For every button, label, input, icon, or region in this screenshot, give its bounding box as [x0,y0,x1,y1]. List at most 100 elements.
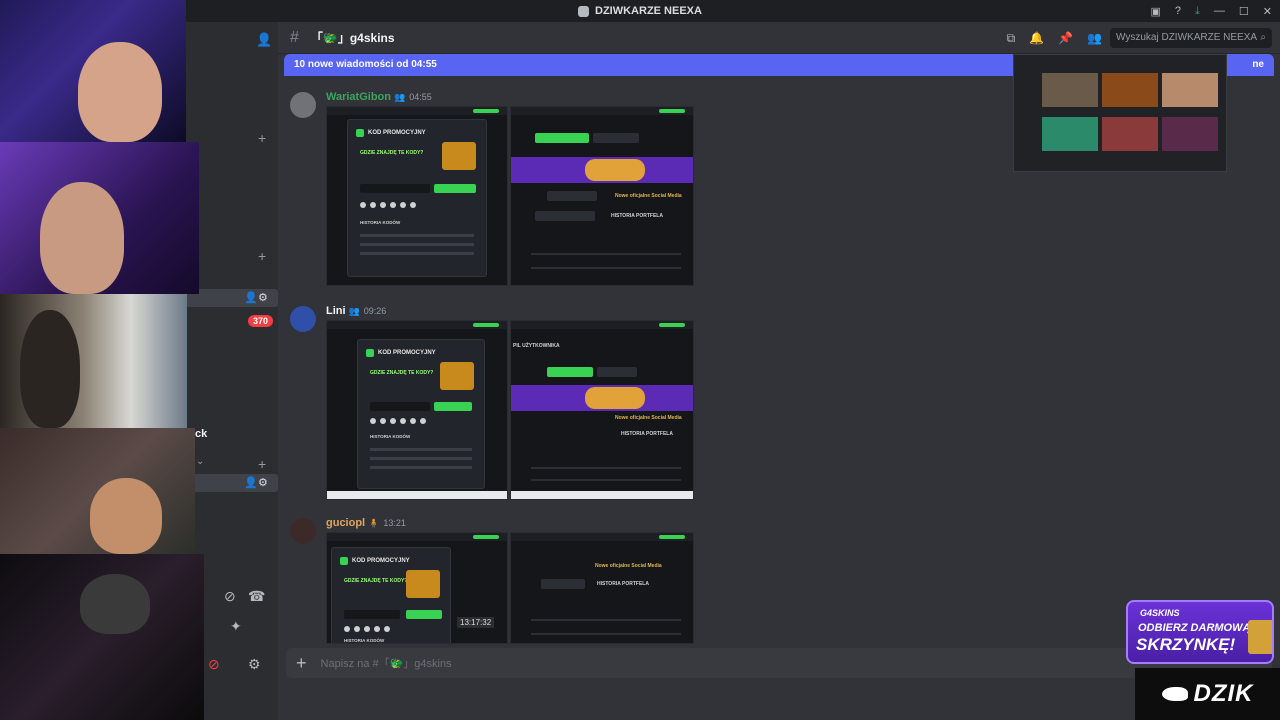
download-icon[interactable]: ⤓ [1195,5,1200,18]
attachment-image[interactable]: KOD PROMOCYJNY GDZIE ZNAJDĘ TE KODY? HIS… [326,320,508,500]
close-button[interactable]: ✕ [1263,5,1272,18]
webcam-feed [0,294,187,428]
status-pill [473,323,499,327]
threads-icon[interactable]: ⧉ [1007,31,1016,46]
pin-icon[interactable]: 📌 [1058,31,1073,45]
chest-icon [442,142,476,170]
server-icon [578,5,590,17]
maximize-button[interactable]: ☐ [1239,5,1249,18]
search-input[interactable]: Wyszukaj DZIWKARZE NEEXA ⌕ [1110,28,1272,48]
timestamp: 13:21 [383,518,406,528]
disconnect-icon[interactable]: ☎ [248,588,265,605]
avatar[interactable] [290,92,316,118]
preview-tile [1042,117,1098,151]
attachment-image[interactable]: KOD PROMOCYJNY GDZIE ZNAJDĘ TE KODY? HIS… [326,532,508,644]
person [40,182,124,294]
deafen-icon[interactable]: ⊘ [208,656,220,673]
mute-video-icon[interactable]: ⊘ [224,588,236,605]
search-placeholder: Wyszukaj DZIWKARZE NEEXA [1116,32,1258,43]
promo-history: HISTORIA KODÓW [344,638,385,643]
add-channel-plus-icon[interactable]: + [258,456,266,472]
attachment-image[interactable]: PIL UŻYTKOWNIKA Nowe oficjalne Social Me… [510,320,694,500]
minimize-button[interactable]: — [1214,5,1225,17]
attachment-image[interactable]: Nowe oficjalne Social Media HISTORIA POR… [510,106,694,286]
promo-line2: SKRZYNKĘ! [1136,635,1236,654]
attachment-image[interactable]: Nowe oficjalne Social Media HISTORIA POR… [510,532,694,644]
person [90,478,162,554]
mark-read-label: ne [1252,59,1264,70]
image-faces [584,387,645,409]
search-icon: ⌕ [1260,32,1266,43]
avatar[interactable] [290,518,316,544]
add-channel-plus-icon[interactable]: + [258,130,266,146]
message-composer[interactable]: + Napisz na #「🐲」g4skins [286,648,1272,678]
dzik-text: DZIK [1193,680,1254,707]
author-name[interactable]: WariatGibon [326,91,391,103]
help-icon[interactable]: ? [1175,5,1181,17]
new-messages-text: 10 nowe wiadomości od 04:55 [294,59,437,70]
chest-icon [1248,620,1272,654]
redeem-button [406,610,442,619]
attachment-image[interactable]: KOD PROMOCYJNY GDZIE ZNAJDĘ TE KODY? HIS… [326,106,508,286]
image-dark-button [541,579,585,589]
logo-icon [356,129,364,137]
image-faces [584,159,645,181]
promo-modal: KOD PROMOCYJNY GDZIE ZNAJDĘ TE KODY? HIS… [357,339,485,489]
message-header: Lini 👥 09:26 [326,305,386,317]
window-controls: ▣ ? ⤓ — ☐ ✕ [1151,0,1273,22]
preview-tile [1102,73,1158,107]
social-icons [344,626,390,632]
gear-icon[interactable]: ⚙ [258,291,268,304]
screen-icon[interactable]: ▣ [1151,5,1161,18]
members-icon[interactable]: 👥 [1087,31,1102,45]
image-dark-button [535,211,595,221]
stream-preview[interactable] [1013,54,1227,172]
window-title: DZIWKARZE NEEXA [578,5,702,17]
app-root: DZIWKARZE NEEXA ▣ ? ⤓ — ☐ ✕ 👤 + + 👤 ⚙ 37… [0,0,1280,720]
author-name[interactable]: guciopl [326,517,365,529]
user-settings-gear-icon[interactable]: ⚙ [248,656,261,673]
image-row [531,633,681,635]
plus-icon[interactable]: + [296,653,307,674]
promo-modal: KOD PROMOCYJNY GDZIE ZNAJDĘ TE KODY? HIS… [347,119,487,277]
author-name[interactable]: Lini [326,305,346,317]
add-member-icon[interactable]: 👤 [244,291,258,304]
webcam-feed [0,142,199,294]
gear-icon[interactable]: ⚙ [258,476,268,489]
message: Lini 👥 09:26 KOD PROMOCYJNY GDZIE ZNAJDĘ T… [278,302,1280,502]
promo-title: KOD PROMOCYJNY [378,350,436,356]
promo-title: KOD PROMOCYJNY [368,130,426,136]
timestamp: 09:26 [363,306,387,316]
add-member-icon[interactable]: 👤 [244,476,258,489]
browser-bar [511,107,693,115]
image-green-button [535,133,589,143]
avatar[interactable] [290,306,316,332]
status-pill [659,323,685,327]
header-toolbar: ⧉ 🔔 📌 👥 [1007,22,1102,54]
bell-icon[interactable]: 🔔 [1029,31,1044,45]
browser-bar [511,321,693,329]
promo-history: HISTORIA KODÓW [370,434,411,439]
boar-icon [1161,687,1188,701]
promo-question: GDZIE ZNAJDĘ TE KODY? [370,370,434,376]
image-banner [511,385,693,411]
mention-badge: 370 [248,315,274,327]
news-label: Nowe oficjalne Social Media [615,415,682,421]
add-member-icon[interactable]: 👤 [256,32,272,48]
role-icon: 👥 [348,306,360,316]
role-icon: 🧍 [368,518,380,528]
webcam-feed [0,554,204,720]
news-label: Nowe oficjalne Social Media [595,563,662,569]
chevron-down-icon[interactable]: ⌄ [196,456,204,467]
promo-line1: ODBIERZ DARMOWĄ [1138,622,1251,634]
webcam-feed [0,428,195,554]
person [80,574,150,634]
webcam-feed [0,0,186,142]
add-channel-plus-icon[interactable]: + [258,248,266,264]
image-row [531,267,681,269]
news-label: Nowe oficjalne Social Media [615,193,682,199]
timestamp: 04:55 [409,92,432,102]
soundboard-icon[interactable]: ✦ [230,618,242,635]
chest-icon [406,570,440,598]
image-row [531,619,681,621]
